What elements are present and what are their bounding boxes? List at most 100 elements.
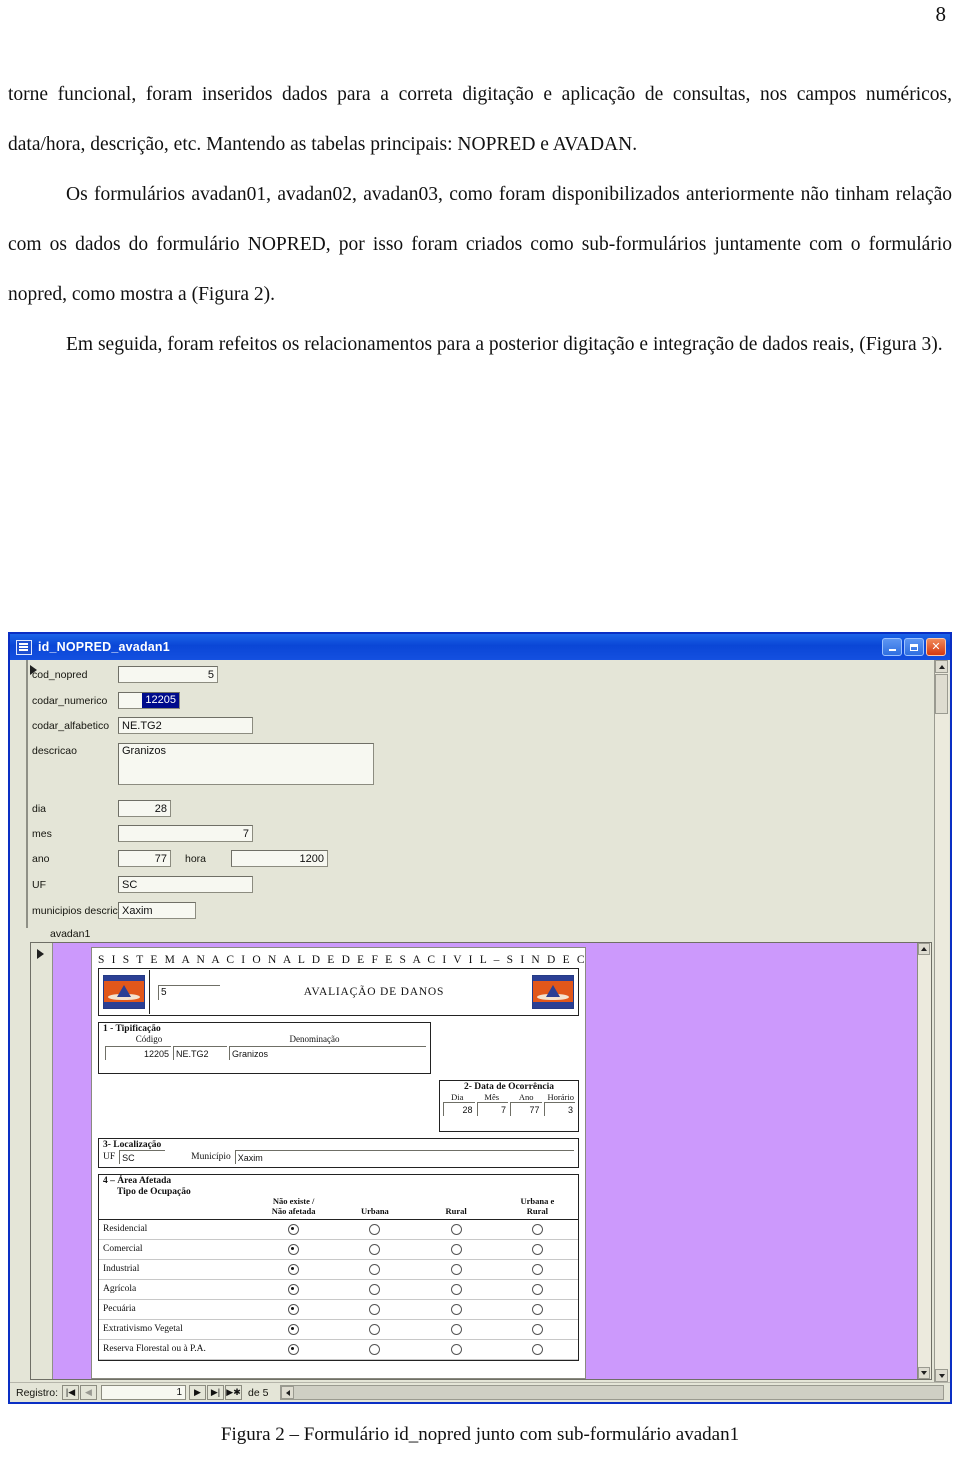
radio-button-icon[interactable] <box>369 1263 381 1275</box>
area-radio-cell[interactable] <box>334 1323 415 1335</box>
record-selector-bar[interactable] <box>26 660 28 928</box>
nav-new-record-button[interactable]: ▶✱ <box>225 1385 243 1400</box>
maximize-button[interactable] <box>904 638 924 656</box>
input-cod-nopred[interactable]: 5 <box>118 666 218 683</box>
main-horizontal-scrollbar[interactable] <box>280 1385 944 1400</box>
data-input-dia[interactable]: 28 <box>443 1102 475 1116</box>
area-radio-cell[interactable] <box>334 1283 415 1295</box>
area-radio-cell[interactable] <box>497 1243 578 1255</box>
radio-button-icon[interactable] <box>288 1323 300 1335</box>
avadan-id-input[interactable]: 5 <box>158 984 220 1000</box>
area-radio-cell[interactable] <box>334 1263 415 1275</box>
area-radio-cell[interactable] <box>416 1343 497 1355</box>
radio-button-icon[interactable] <box>369 1243 381 1255</box>
radio-button-icon[interactable] <box>531 1223 543 1235</box>
sindec-header-band: 5 AVALIAÇÃO DE DANOS <box>98 969 579 1016</box>
nav-first-button[interactable]: |◀ <box>62 1385 80 1400</box>
data-input-horario[interactable]: 3 <box>543 1102 575 1116</box>
radio-button-icon[interactable] <box>450 1283 462 1295</box>
area-radio-cell[interactable] <box>416 1243 497 1255</box>
radio-button-icon[interactable] <box>531 1303 543 1315</box>
tipificacao-codigo-input[interactable]: 12205 <box>105 1046 171 1060</box>
input-ano[interactable]: 77 <box>118 850 171 867</box>
main-scroll-down-icon[interactable] <box>935 1369 948 1382</box>
input-mes[interactable]: 7 <box>118 825 253 842</box>
radio-button-icon[interactable] <box>288 1223 300 1235</box>
radio-button-icon[interactable] <box>288 1283 300 1295</box>
area-radio-cell[interactable] <box>334 1303 415 1315</box>
area-radio-cell[interactable] <box>497 1283 578 1295</box>
hscroll-left-icon[interactable] <box>281 1386 295 1399</box>
radio-button-icon[interactable] <box>369 1323 381 1335</box>
area-radio-cell[interactable] <box>416 1283 497 1295</box>
area-radio-cell[interactable] <box>253 1243 334 1255</box>
main-scroll-up-icon[interactable] <box>935 660 948 673</box>
radio-button-icon[interactable] <box>369 1223 381 1235</box>
tipificacao-codigo-alpha-input[interactable]: NE.TG2 <box>173 1046 227 1060</box>
data-input-ano[interactable]: 77 <box>510 1102 542 1116</box>
tipificacao-denominacao-input[interactable]: Granizos <box>229 1046 426 1060</box>
area-radio-cell[interactable] <box>416 1323 497 1335</box>
main-vertical-scrollbar[interactable] <box>934 660 949 1382</box>
radio-button-icon[interactable] <box>369 1343 381 1355</box>
radio-button-icon[interactable] <box>531 1323 543 1335</box>
radio-button-icon[interactable] <box>450 1243 462 1255</box>
area-radio-cell[interactable] <box>416 1303 497 1315</box>
radio-button-icon[interactable] <box>288 1343 300 1355</box>
area-radio-cell[interactable] <box>497 1323 578 1335</box>
window-titlebar[interactable]: id_NOPRED_avadan1 ✕ <box>10 634 950 660</box>
data-input-mes[interactable]: 7 <box>476 1102 508 1116</box>
area-radio-cell[interactable] <box>497 1303 578 1315</box>
area-radio-cell[interactable] <box>253 1263 334 1275</box>
area-radio-cell[interactable] <box>253 1323 334 1335</box>
input-codar-numerico[interactable]: 12205 <box>118 692 180 709</box>
localizacao-uf-input[interactable]: SC <box>119 1150 166 1164</box>
area-radio-cell[interactable] <box>416 1263 497 1275</box>
area-radio-cell[interactable] <box>253 1283 334 1295</box>
area-radio-cell[interactable] <box>334 1343 415 1355</box>
minimize-button[interactable] <box>882 638 902 656</box>
subform-vertical-scrollbar[interactable] <box>917 943 931 1379</box>
nav-current-record-input[interactable]: 1 <box>101 1385 187 1400</box>
radio-button-icon[interactable] <box>531 1263 543 1275</box>
input-municipios-descricao[interactable]: Xaxim <box>118 902 196 919</box>
area-radio-cell[interactable] <box>497 1263 578 1275</box>
area-radio-cell[interactable] <box>497 1343 578 1355</box>
close-icon[interactable]: ✕ <box>926 638 946 656</box>
radio-button-icon[interactable] <box>531 1243 543 1255</box>
area-radio-cell[interactable] <box>334 1223 415 1235</box>
subform-scroll-up-icon[interactable] <box>918 943 930 955</box>
area-afetada-row: Comercial <box>99 1240 578 1260</box>
area-radio-cell[interactable] <box>416 1223 497 1235</box>
localizacao-municipio-input[interactable]: Xaxim <box>234 1150 574 1164</box>
radio-button-icon[interactable] <box>531 1343 543 1355</box>
nav-next-button[interactable]: ▶ <box>189 1385 207 1400</box>
radio-button-icon[interactable] <box>450 1303 462 1315</box>
input-uf[interactable]: SC <box>118 876 253 893</box>
input-descricao[interactable]: Granizos <box>118 743 374 785</box>
area-radio-cell[interactable] <box>253 1303 334 1315</box>
radio-button-icon[interactable] <box>288 1243 300 1255</box>
nav-previous-button[interactable]: ◀ <box>80 1385 98 1400</box>
area-radio-cell[interactable] <box>497 1223 578 1235</box>
input-codar-alfabetico[interactable]: NE.TG2 <box>118 717 253 734</box>
radio-button-icon[interactable] <box>288 1263 300 1275</box>
radio-button-icon[interactable] <box>450 1323 462 1335</box>
subform-scroll-down-icon[interactable] <box>918 1367 930 1379</box>
radio-button-icon[interactable] <box>369 1283 381 1295</box>
input-dia[interactable]: 28 <box>118 800 171 817</box>
hscroll-track[interactable] <box>294 1386 943 1399</box>
radio-button-icon[interactable] <box>531 1283 543 1295</box>
radio-button-icon[interactable] <box>450 1263 462 1275</box>
area-radio-cell[interactable] <box>334 1243 415 1255</box>
subform-record-gutter[interactable] <box>31 943 53 1379</box>
main-scroll-thumb[interactable] <box>935 674 948 714</box>
radio-button-icon[interactable] <box>450 1343 462 1355</box>
radio-button-icon[interactable] <box>369 1303 381 1315</box>
radio-button-icon[interactable] <box>450 1223 462 1235</box>
area-radio-cell[interactable] <box>253 1343 334 1355</box>
radio-button-icon[interactable] <box>288 1303 300 1315</box>
nav-last-button[interactable]: ▶| <box>207 1385 225 1400</box>
area-radio-cell[interactable] <box>253 1223 334 1235</box>
input-hora[interactable]: 1200 <box>231 850 328 867</box>
